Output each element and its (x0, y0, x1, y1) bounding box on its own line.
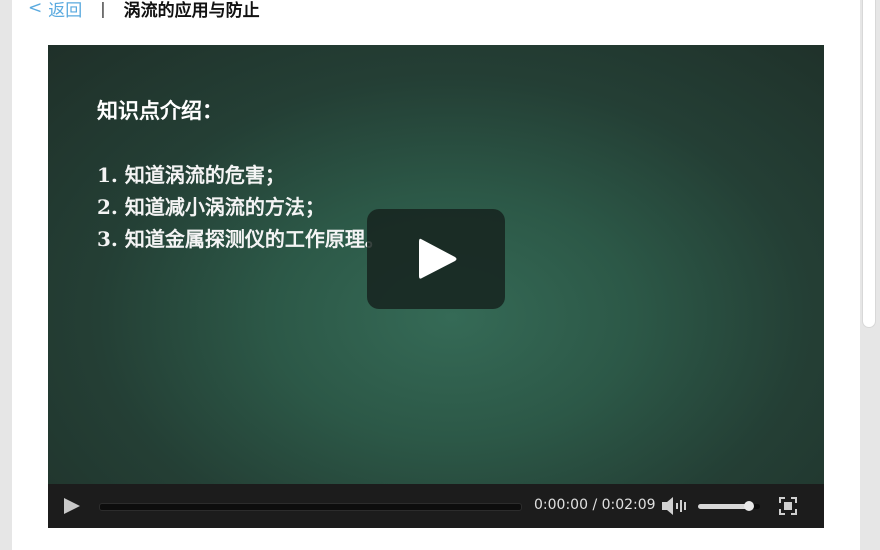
slide-point: 3. 知道金属探测仪的工作原理。 (97, 227, 385, 251)
time-display: 0:00:00 / 0:02:09 (534, 497, 656, 513)
slide-points: 1. 知道涡流的危害； 2. 知道减小涡流的方法； 3. 知道金属探测仪的工作原… (97, 159, 385, 255)
video-frame[interactable]: 知识点介绍： 1. 知道涡流的危害； 2. 知道减小涡流的方法； 3. 知道金属… (48, 45, 824, 484)
duration: 0:02:09 (601, 497, 656, 513)
seek-bar[interactable] (99, 503, 522, 511)
header-separator: | (100, 0, 106, 18)
back-link[interactable]: < 返回 (28, 0, 82, 21)
back-chevron-icon: < (28, 0, 43, 18)
video-player[interactable]: 知识点介绍： 1. 知道涡流的危害； 2. 知道减小涡流的方法； 3. 知道金属… (48, 45, 824, 528)
fullscreen-button[interactable] (779, 497, 797, 519)
fullscreen-icon (779, 497, 797, 515)
slide-heading: 知识点介绍： (97, 99, 223, 123)
slide-point: 1. 知道涡流的危害； (97, 163, 285, 187)
volume-handle[interactable] (743, 501, 754, 511)
page-title: 涡流的应用与防止 (123, 0, 260, 21)
mute-button[interactable] (661, 496, 687, 520)
back-label: 返回 (48, 0, 83, 21)
scrollbar-thumb[interactable] (862, 0, 876, 328)
video-controls: 0:00:00 / 0:02:09 (48, 484, 824, 528)
big-play-button[interactable] (367, 209, 505, 309)
volume-fill (698, 504, 749, 509)
slide-point: 2. 知道减小涡流的方法； (97, 195, 325, 219)
control-play-button[interactable] (62, 497, 82, 519)
time-separator: / (592, 497, 598, 513)
page-header: < 返回 | 涡流的应用与防止 (28, 0, 260, 21)
volume-slider[interactable] (698, 501, 760, 511)
play-icon (64, 498, 80, 514)
current-time: 0:00:00 (534, 497, 588, 513)
play-icon (419, 238, 457, 279)
speaker-icon (662, 497, 686, 515)
